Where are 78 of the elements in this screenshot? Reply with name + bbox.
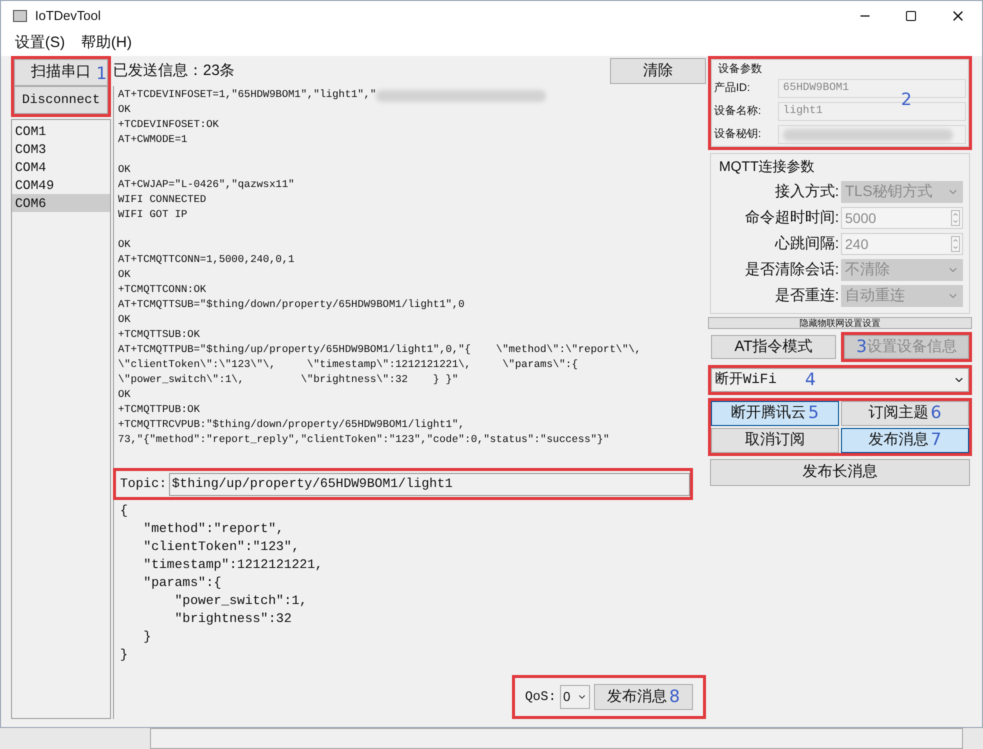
log-line: OK xyxy=(118,313,131,328)
log-line: 73,"{"method":"report_reply","clientToken":"123","code":0,"status":"success"}" xyxy=(118,433,610,448)
payload-line: "method":"report", xyxy=(142,520,285,538)
publish-button[interactable]: 发布消息 8 xyxy=(594,684,693,710)
annotation-number: 4 xyxy=(805,372,816,388)
log-line: OK xyxy=(118,268,131,283)
action-button[interactable]: 发布消息 7 xyxy=(841,428,969,453)
payload-line: "power_switch":1, xyxy=(174,592,308,610)
group-title: 设备参数 xyxy=(717,64,763,75)
field-label: 接入方式: xyxy=(774,182,839,202)
log-line: +TCMQTTRCVPUB:"$thing/down/property/65HDW9BOM1/light1", xyxy=(118,418,465,433)
action-button[interactable]: 取消订阅 xyxy=(711,428,839,453)
log-line: +TCMQTTCONN:OK xyxy=(118,283,206,298)
field-label: 设备秘钥: xyxy=(714,127,762,142)
log-line: WIFI GOT IP xyxy=(118,208,188,223)
wifi-select[interactable]: 断开WiFi 4 xyxy=(711,368,969,392)
log-line: OK xyxy=(118,388,131,403)
payload-line: } xyxy=(120,646,129,664)
port-item[interactable]: COM3 xyxy=(12,140,110,158)
spin-arrows-icon[interactable] xyxy=(951,236,960,252)
field-label: 是否重连: xyxy=(774,286,839,306)
payload-line: "timestamp":1212121221, xyxy=(142,556,324,574)
disconnect-button[interactable]: Disconnect xyxy=(14,86,108,114)
port-item[interactable]: COM1 xyxy=(12,122,110,140)
field-label: 心跳间隔: xyxy=(774,234,839,254)
clear-button[interactable]: 清除 xyxy=(610,58,706,84)
log-line: AT+CWMODE=1 xyxy=(118,133,188,148)
payload-editor[interactable]: { "method":"report", "clientToken":"123", "timestamp":1212121221, "params":{ "power_switch":1, "brightness":32 } } QoS: 0 发布消息 8 xyxy=(113,500,706,719)
long-publish-button[interactable]: 发布长消息 xyxy=(710,459,970,486)
payload-line: { xyxy=(120,502,129,520)
port-item[interactable]: COM49 xyxy=(12,176,110,194)
group-title: MQTT连接参数 xyxy=(718,157,816,176)
payload-line: "brightness":32 xyxy=(174,610,293,628)
log-line: OK xyxy=(118,238,131,253)
sent-count: 已发送信息：23条 xyxy=(113,60,235,81)
port-item[interactable]: COM4 xyxy=(12,158,110,176)
spin-arrows-icon[interactable] xyxy=(951,210,960,226)
log-line: AT+CWJAP="L-0426","qazwsx11" xyxy=(118,178,294,193)
log-line: AT+TCDEVINFOSET=1,"65HDW9BOM1","light1"," xyxy=(118,88,376,103)
payload-line: "clientToken":"123", xyxy=(142,538,300,556)
field-label: 产品ID: xyxy=(714,80,752,96)
log-line: WIFI CONNECTED xyxy=(118,193,206,208)
log-line: \"clientToken\":\"123\"\, \"timestamp\":1212121221\, \"params\":{ xyxy=(118,358,578,373)
log-line: OK xyxy=(118,103,131,118)
log-line: +TCMQTTPUB:OK xyxy=(118,403,200,418)
log-line: \"power_switch\":1\, \"brightness\":32 } }" xyxy=(118,373,458,388)
qos-select[interactable]: 0 xyxy=(560,685,590,709)
menu-item[interactable]: 帮助(H) xyxy=(81,32,132,55)
annotation-number: 8 xyxy=(669,688,680,706)
annotation-number: 5 xyxy=(808,405,819,422)
action-button[interactable]: 断开腾讯云 5 xyxy=(711,401,839,426)
menu-item[interactable]: 设置(S) xyxy=(15,32,65,55)
app-icon xyxy=(13,10,27,22)
annotation-number: 3 xyxy=(856,338,867,356)
field-label: 设备名称: xyxy=(714,104,762,120)
field-label: 命令超时时间: xyxy=(744,208,839,228)
log-line: +TCDEVINFOSET:OK xyxy=(118,118,219,133)
qos-label: QoS: xyxy=(524,688,556,706)
input-field[interactable] xyxy=(778,125,966,144)
annotation-number: 6 xyxy=(930,405,942,422)
field-label: 是否清除会话: xyxy=(744,260,839,280)
topic-label: Topic: xyxy=(120,475,167,494)
log-line: AT+TCMQTTSUB="$thing/down/property/65HDW9BOM1/light1",0 xyxy=(118,298,465,313)
window-title: IoTDevTool xyxy=(35,7,102,26)
log-line: OK xyxy=(118,163,131,178)
maximize-icon[interactable] xyxy=(905,10,917,22)
port-item[interactable]: COM6 xyxy=(12,194,110,212)
log-line: +TCMQTTSUB:OK xyxy=(118,328,200,343)
log-line: AT+TCMQTTPUB="$thing/up/property/65HDW9BOM1/light1",0,"{ \"method\":\"report\"\, xyxy=(118,343,641,358)
payload-line: "params":{ xyxy=(142,574,222,592)
mode-button[interactable]: AT指令模式 xyxy=(711,335,836,359)
log-line: AT+TCMQTTCONN=1,5000,240,0,1 xyxy=(118,253,294,268)
topic-field[interactable]: $thing/up/property/65HDW9BOM1/light1 xyxy=(168,472,690,496)
annotation-number: 1 xyxy=(96,64,107,84)
hide-settings-button[interactable]: 隐藏物联网设置设置 xyxy=(708,317,972,329)
annotation-number: 7 xyxy=(930,432,942,449)
payload-line: } xyxy=(142,628,152,646)
action-button[interactable]: 订阅主题 6 xyxy=(841,401,969,426)
